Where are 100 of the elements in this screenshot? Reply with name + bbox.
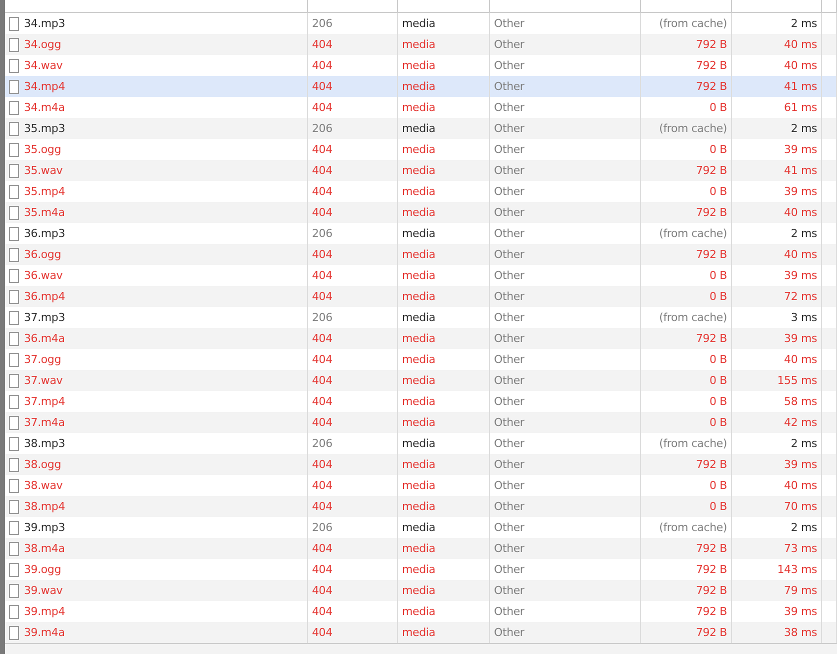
time: 42 ms [784,416,817,429]
size: 792 B [696,542,727,555]
file-icon [9,100,19,114]
request-row[interactable]: 39.m4a 404 media Other 792 B 38 ms [5,622,837,643]
initiator: Other [494,185,524,198]
file-icon [9,542,19,556]
initiator: Other [494,584,524,597]
file-name: 36.m4a [24,332,65,345]
request-row[interactable]: 37.m4a 404 media Other 0 B 42 ms [5,412,837,433]
file-name: 35.wav [24,164,63,177]
time: 39 ms [784,458,817,471]
size: 0 B [710,269,727,282]
time: 39 ms [784,269,817,282]
time: 39 ms [784,605,817,618]
initiator: Other [494,101,524,114]
resource-type: media [402,206,436,219]
resource-type: media [402,374,436,387]
initiator: Other [494,605,524,618]
status-code: 404 [312,458,332,471]
initiator: Other [494,458,524,471]
initiator: Other [494,353,524,366]
request-row[interactable]: 38.m4a 404 media Other 792 B 73 ms [5,538,837,559]
file-icon [9,416,19,430]
status-code: 404 [312,38,332,51]
size: 792 B [696,626,727,639]
initiator: Other [494,227,524,240]
time: 40 ms [784,59,817,72]
request-row[interactable]: 37.wav 404 media Other 0 B 155 ms [5,370,837,391]
size: 0 B [710,290,727,303]
status-code: 404 [312,563,332,576]
file-icon [9,604,19,618]
time: 73 ms [784,542,817,555]
request-row[interactable]: 35.wav 404 media Other 792 B 41 ms [5,160,837,181]
time: 2 ms [790,437,817,450]
file-icon [9,374,19,388]
size: 792 B [696,248,727,261]
request-row[interactable]: 34.mp4 404 media Other 792 B 41 ms [5,76,837,97]
time: 155 ms [777,374,817,387]
request-row[interactable]: 38.ogg 404 media Other 792 B 39 ms [5,454,837,475]
file-icon [9,626,19,640]
file-name: 35.ogg [24,143,61,156]
status-code: 206 [312,227,332,240]
status-code: 206 [312,521,332,534]
request-row[interactable]: 35.m4a 404 media Other 792 B 40 ms [5,202,837,223]
time: 40 ms [784,206,817,219]
size: 792 B [696,605,727,618]
initiator: Other [494,143,524,156]
time: 2 ms [790,17,817,30]
resource-type: media [402,38,436,51]
initiator: Other [494,122,524,135]
size: (from cache) [659,311,727,324]
file-name: 37.wav [24,374,63,387]
initiator: Other [494,269,524,282]
request-row[interactable]: 35.mp3 206 media Other (from cache) 2 ms [5,118,837,139]
request-row[interactable]: 38.mp4 404 media Other 0 B 70 ms [5,496,837,517]
status-code: 404 [312,353,332,366]
status-code: 404 [312,416,332,429]
file-icon [9,122,19,136]
size: 792 B [696,458,727,471]
request-row[interactable]: 39.wav 404 media Other 792 B 79 ms [5,580,837,601]
initiator: Other [494,395,524,408]
file-icon [9,478,19,492]
file-name: 35.mp4 [24,185,65,198]
file-icon [9,458,19,472]
initiator: Other [494,17,524,30]
file-name: 39.wav [24,584,63,597]
file-name: 39.m4a [24,626,65,639]
resource-type: media [402,563,436,576]
file-name: 37.mp4 [24,395,65,408]
size: 792 B [696,59,727,72]
file-icon [9,38,19,52]
file-icon [9,58,19,72]
file-icon [9,520,19,534]
request-row[interactable]: 36.m4a 404 media Other 792 B 39 ms [5,328,837,349]
file-name: 34.wav [24,59,63,72]
file-icon [9,248,19,262]
resource-type: media [402,416,436,429]
file-icon [9,352,19,366]
resource-type: media [402,479,436,492]
file-name: 35.mp3 [24,122,65,135]
status-code: 404 [312,542,332,555]
file-name: 36.mp4 [24,290,65,303]
status-code: 404 [312,59,332,72]
status-code: 404 [312,80,332,93]
size: 0 B [710,479,727,492]
status-code: 404 [312,269,332,282]
status-code: 404 [312,500,332,513]
request-row[interactable]: 36.ogg 404 media Other 792 B 40 ms [5,244,837,265]
time: 40 ms [784,479,817,492]
size: (from cache) [659,17,727,30]
file-icon [9,184,19,198]
request-row[interactable]: 34.ogg 404 media Other 792 B 40 ms [5,34,837,55]
time: 58 ms [784,395,817,408]
time: 61 ms [784,101,817,114]
resource-type: media [402,437,436,450]
request-row[interactable]: 36.mp4 404 media Other 0 B 72 ms [5,286,837,307]
resource-type: media [402,143,436,156]
file-name: 34.mp3 [24,17,65,30]
size: 792 B [696,38,727,51]
initiator: Other [494,164,524,177]
